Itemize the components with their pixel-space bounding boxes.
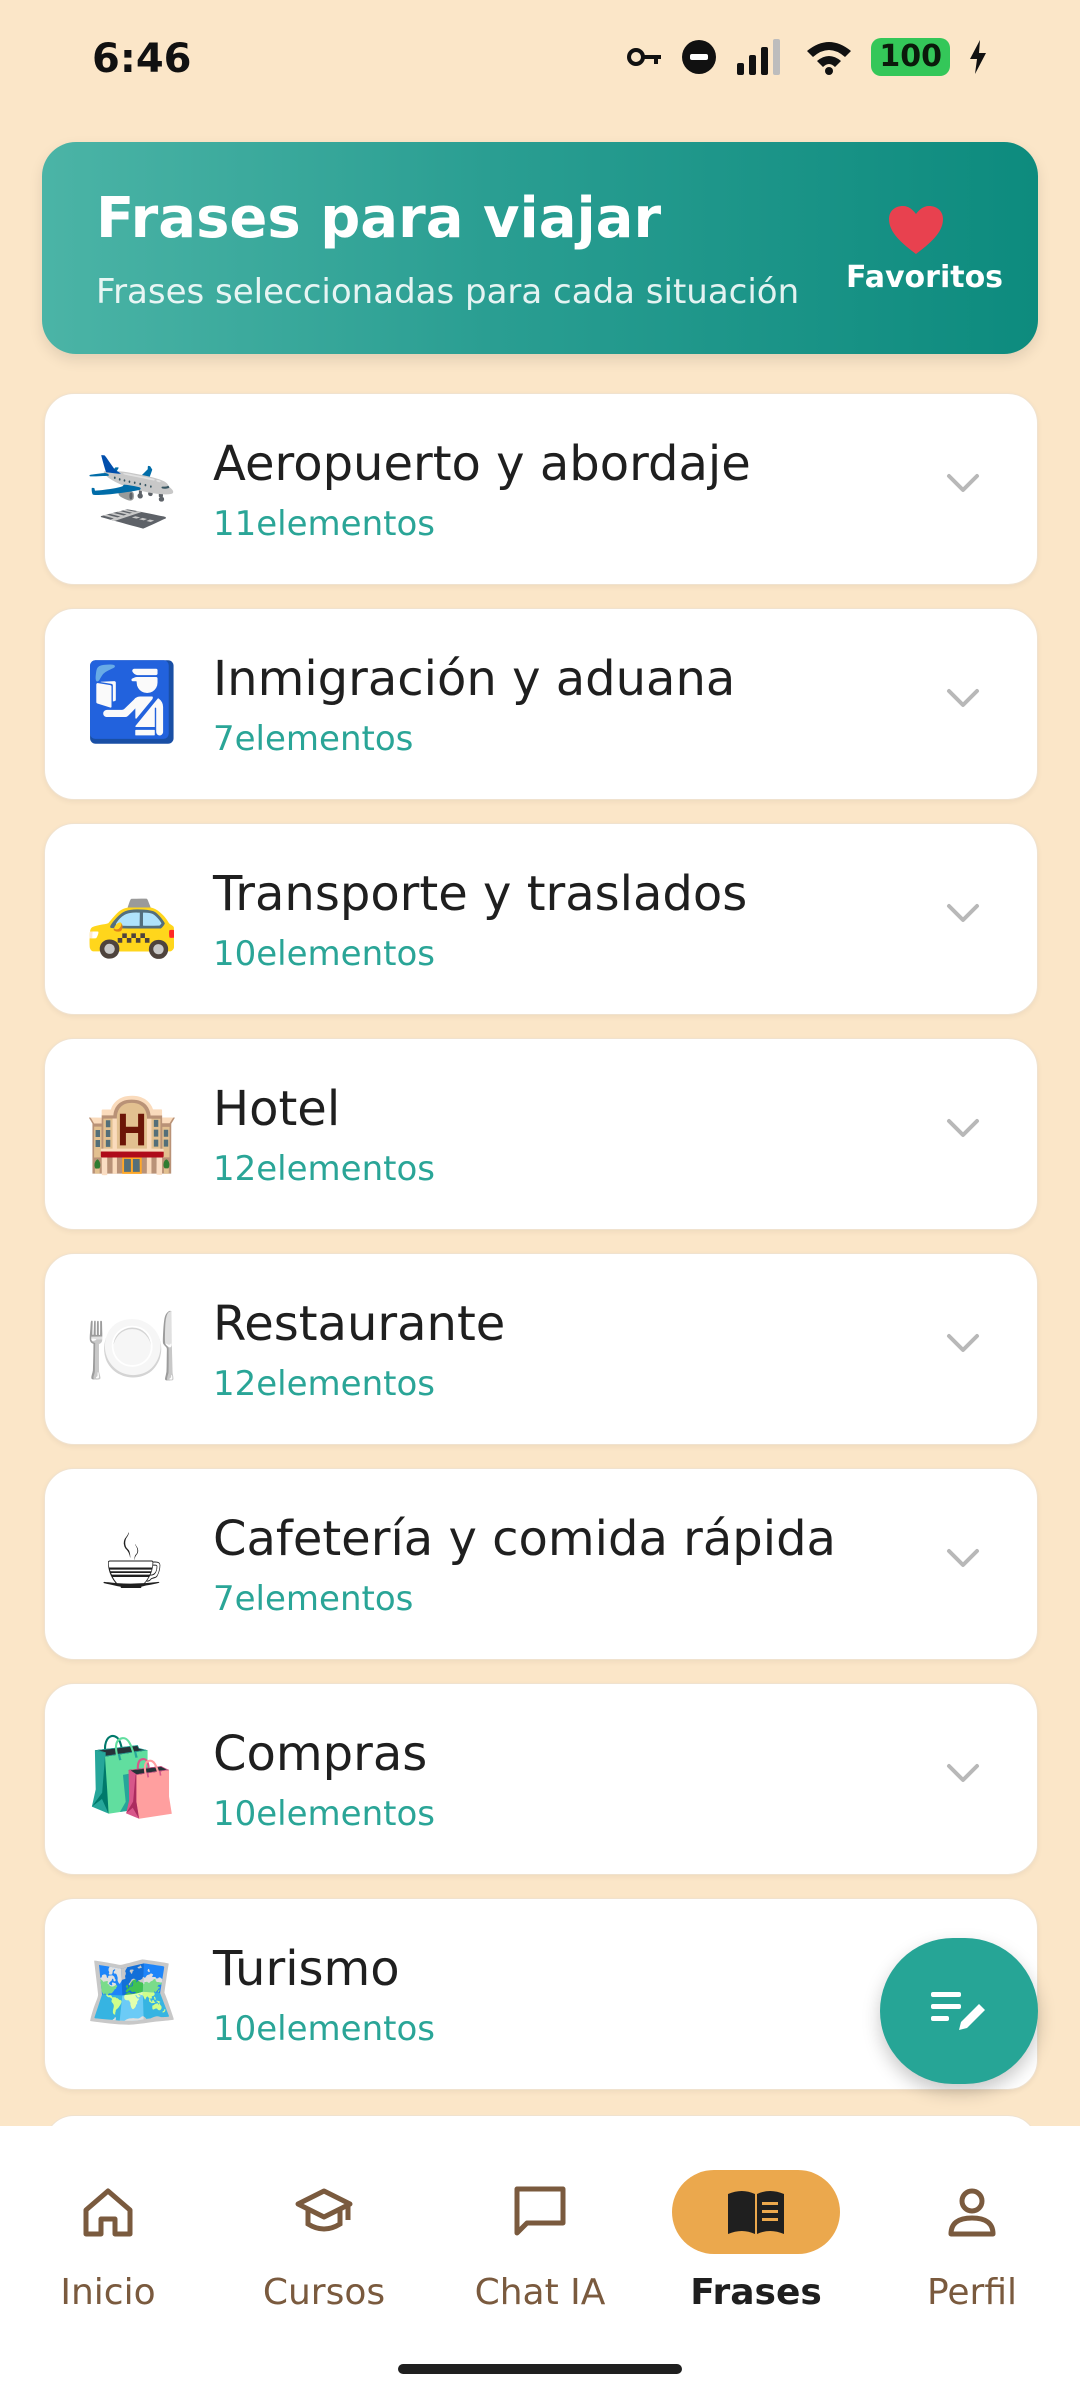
chevron-down-icon[interactable] (945, 1762, 981, 1786)
category-title: Hotel (213, 1081, 341, 1137)
category-count: 10elementos (213, 934, 435, 974)
home-indicator[interactable] (398, 2364, 682, 2374)
category-card-airport[interactable]: 🛬 Aeropuerto y abordaje 11elementos (44, 393, 1038, 585)
chevron-down-icon[interactable] (945, 1547, 981, 1571)
status-time: 6:46 (92, 36, 192, 82)
wifi-icon (805, 39, 853, 75)
key-icon (627, 46, 663, 68)
category-title: Restaurante (213, 1296, 506, 1352)
phrases-header-banner: Frases para viajar Frases seleccionadas … (42, 142, 1038, 354)
edit-note-icon (931, 1992, 985, 2030)
category-count: 10elementos (213, 2009, 435, 2049)
chat-bubble-icon (514, 2186, 566, 2236)
chevron-down-icon[interactable] (945, 687, 981, 711)
do-not-disturb-icon (681, 39, 717, 75)
category-card-hotel[interactable]: 🏨 Hotel 12elementos (44, 1038, 1038, 1230)
favorites-button[interactable]: Favoritos (846, 204, 1004, 295)
airplane-icon: 🛬 (84, 442, 180, 531)
category-title: Aeropuerto y abordaje (213, 436, 751, 492)
category-count: 7elementos (213, 719, 414, 759)
plate-icon: 🍽️ (84, 1302, 180, 1391)
chevron-down-icon[interactable] (945, 902, 981, 926)
category-count: 11elementos (213, 504, 435, 544)
bottom-navigation: Inicio Cursos Chat IA Frases Perfil (0, 2126, 1080, 2400)
active-indicator (672, 2170, 840, 2254)
category-card-shopping[interactable]: 🛍️ Compras 10elementos (44, 1683, 1038, 1875)
category-title: Turismo (213, 1941, 400, 1997)
favorites-label: Favoritos (846, 260, 1004, 295)
signal-icon (735, 39, 787, 75)
hotel-icon: 🏨 (84, 1087, 180, 1176)
nav-label: Frases (690, 2272, 822, 2313)
page-title: Frases para viajar (96, 186, 662, 251)
charging-icon (968, 40, 988, 74)
category-title: Cafetería y comida rápida (213, 1511, 836, 1567)
category-card-immigration[interactable]: 🛂 Inmigración y aduana 7elementos (44, 608, 1038, 800)
chevron-down-icon[interactable] (945, 1332, 981, 1356)
category-count: 10elementos (213, 1794, 435, 1834)
home-icon (83, 2188, 133, 2237)
page-subtitle: Frases seleccionadas para cada situación (96, 272, 800, 312)
shopping-bags-icon: 🛍️ (84, 1732, 180, 1821)
nav-label: Cursos (262, 2272, 386, 2313)
edit-note-fab[interactable] (880, 1938, 1038, 2084)
battery-icon: 100 (871, 38, 950, 76)
taxi-icon: 🚕 (84, 872, 180, 961)
nav-item-frases[interactable]: Frases (656, 2170, 856, 2313)
book-icon (728, 2191, 784, 2234)
map-icon: 🗺️ (84, 1947, 180, 2036)
school-icon (295, 2188, 353, 2232)
status-bar: 6:46 100 (0, 0, 1080, 120)
category-count: 7elementos (213, 1579, 414, 1619)
person-icon (948, 2188, 996, 2237)
nav-item-cursos[interactable]: Cursos (224, 2170, 424, 2313)
category-title: Inmigración y aduana (213, 651, 736, 707)
nav-label: Chat IA (474, 2272, 606, 2313)
category-card-cafeteria[interactable]: ☕ Cafetería y comida rápida 7elementos (44, 1468, 1038, 1660)
category-title: Compras (213, 1726, 428, 1782)
nav-item-perfil[interactable]: Perfil (872, 2170, 1072, 2313)
status-icons: 100 (627, 38, 988, 76)
coffee-icon: ☕ (97, 1517, 167, 1606)
category-card-restaurant[interactable]: 🍽️ Restaurante 12elementos (44, 1253, 1038, 1445)
chevron-down-icon[interactable] (945, 472, 981, 496)
nav-item-inicio[interactable]: Inicio (8, 2170, 208, 2313)
nav-label: Perfil (926, 2272, 1018, 2313)
passport-control-icon: 🛂 (84, 657, 180, 746)
category-count: 12elementos (213, 1364, 435, 1404)
nav-item-chat-ia[interactable]: Chat IA (440, 2170, 640, 2313)
nav-label: Inicio (60, 2272, 156, 2313)
chevron-down-icon[interactable] (945, 1117, 981, 1141)
category-title: Transporte y traslados (213, 866, 748, 922)
category-card-transport[interactable]: 🚕 Transporte y traslados 10elementos (44, 823, 1038, 1015)
category-count: 12elementos (213, 1149, 435, 1189)
heart-icon (889, 206, 943, 254)
